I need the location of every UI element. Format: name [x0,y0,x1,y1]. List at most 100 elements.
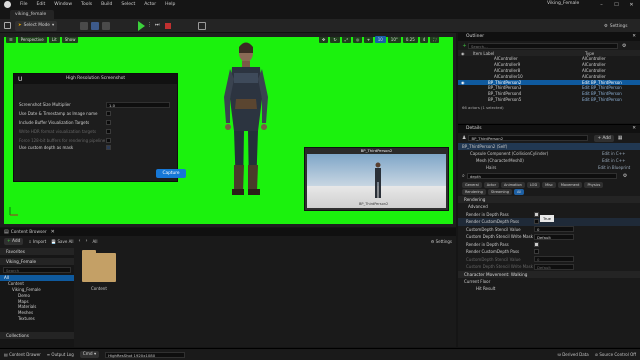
menu-edit[interactable]: Edit [37,2,46,7]
grid-icon[interactable]: ▦ [618,135,623,141]
current-floor-row[interactable]: Current Floor [458,278,640,286]
actor-name-field[interactable]: BP_ThirdPerson2 [468,135,589,141]
custom-depth-pass-checkbox[interactable] [534,249,539,255]
cinematics-icon[interactable] [102,22,110,30]
render-depth-checkbox[interactable] [534,211,539,217]
details-search-input[interactable]: depth [466,173,617,179]
tab-all[interactable]: All [513,189,525,195]
nav-forward-icon[interactable]: › [86,238,88,244]
mesh-edit-link[interactable]: Edit in C++ [602,158,625,163]
settings-icon[interactable]: ⚙ [623,173,627,179]
stencil-value-input[interactable]: 0 [534,256,574,263]
advanced-row[interactable]: Advanced [458,203,640,211]
move-tool-icon[interactable]: ✥ [319,36,329,43]
close-icon[interactable]: ✕ [51,229,55,235]
hairs-edit-link[interactable]: Edit in Blueprint [598,165,630,170]
level-tab[interactable]: viking_female [10,10,54,19]
import-button[interactable]: ⇩ Import [28,239,46,244]
outliner-row-type[interactable]: Edit BP_ThirdPerson [582,97,622,103]
capsule-edit-link[interactable]: Edit in C++ [602,151,625,156]
scale-snap-value[interactable]: 0.25 [402,36,418,43]
play-options-icon[interactable]: ⋮ [147,22,153,30]
surface-snap-icon[interactable]: ⌖ [364,36,373,43]
outliner-search-input[interactable]: Search... [468,42,618,49]
console-input[interactable]: HighResShot 1920x1080 [105,351,186,358]
outliner-row[interactable]: BP_ThirdPerson5 Edit BP_ThirdPerson [458,97,640,103]
content-folder[interactable] [82,250,116,282]
camera-speed-value[interactable]: 4 [419,36,429,43]
tree-textures[interactable]: Textures [0,316,74,322]
tab-streaming[interactable]: Streaming [487,189,512,195]
nav-back-icon[interactable]: ‹ [79,238,81,244]
show-button[interactable]: Show [61,36,79,43]
content-drawer-button[interactable]: ▤ Content Drawer [4,352,41,357]
scale-tool-icon[interactable]: ⤢ [341,36,351,43]
maximize-icon[interactable]: ☐ [609,2,624,8]
col-type[interactable]: Type [585,51,594,56]
rotate-tool-icon[interactable]: ↻ [330,36,340,43]
menu-file[interactable]: File [20,2,28,7]
add-button[interactable]: + Add [4,237,24,245]
rendering-section[interactable]: Rendering [458,196,640,203]
project-section[interactable]: Viking_Female [0,258,74,265]
cb-search-input[interactable]: Search [3,267,71,273]
skip-icon[interactable]: ⏭ [155,22,162,30]
output-log-button[interactable]: ≡ Output Log [47,352,74,357]
force-128bit-checkbox[interactable] [106,138,111,143]
settings-button[interactable]: ⚙ Settings [604,22,627,30]
tab-general[interactable]: General [462,181,482,188]
close-icon[interactable]: ✕ [632,33,636,41]
write-mask-select[interactable]: Default [534,233,574,240]
save-all-button[interactable]: 💾 Save All [51,239,73,244]
save-icon[interactable] [4,22,11,29]
hairs-row[interactable]: Hairs Edit in Blueprint [458,164,640,171]
stencil-value-input[interactable]: 0 [534,226,574,233]
render-depth-checkbox[interactable] [534,241,539,247]
close-icon[interactable]: ✕ [624,2,639,8]
perspective-button[interactable]: Perspective [17,36,47,43]
menu-help[interactable]: Help [165,2,175,7]
play-icon[interactable] [138,21,145,31]
minimize-icon[interactable]: – [594,2,609,8]
hit-result-row[interactable]: Hit Result [458,285,640,293]
tab-physics[interactable]: Physics [584,181,604,188]
platforms-icon[interactable] [198,22,206,30]
visibility-icon[interactable]: ◉ [458,80,470,86]
date-timestamp-checkbox[interactable] [106,111,111,116]
stop-icon[interactable] [165,23,171,29]
world-local-icon[interactable]: ◎ [352,36,363,43]
tab-actor[interactable]: Actor [483,181,500,188]
tab-misc[interactable]: Misc [542,181,556,188]
write-mask-select[interactable]: Default [534,263,574,270]
close-icon[interactable]: ✕ [632,125,636,133]
source-control-button[interactable]: ⊘ Source Control Off [595,352,636,357]
menu-select[interactable]: Select [121,2,135,7]
add-icon[interactable]: + [461,43,468,49]
blueprint-icon[interactable] [91,22,99,30]
viewport-menu-icon[interactable]: ☰ [6,36,16,43]
filter-icon[interactable]: ⚙ [622,43,626,49]
maximize-viewport-icon[interactable]: ⛶ [430,36,440,43]
mesh-row[interactable]: Mesh (CharacterMesh0) Edit in C++ [458,157,640,164]
select-mode-button[interactable]: ➤ Select Mode ▾ [15,21,58,31]
col-label[interactable]: Item Label [473,51,585,56]
capsule-row[interactable]: Capsule Component (CollisionCylinder) Ed… [458,150,640,157]
tab-rendering[interactable]: Rendering [462,189,486,195]
cmd-dropdown[interactable]: Cmd ▾ [79,351,100,358]
favorites-section[interactable]: Favorites [0,248,74,255]
path-all[interactable]: All [93,239,98,244]
hdr-checkbox[interactable] [106,129,111,134]
movement-section[interactable]: Character Movement: Walking [458,270,640,278]
buffer-targets-checkbox[interactable] [106,120,111,125]
menu-build[interactable]: Build [101,2,112,7]
size-multiplier-input[interactable]: 1.0 [106,101,170,108]
tab-animation[interactable]: Animation [501,181,525,188]
rotation-snap-value[interactable]: 10° [387,36,401,43]
menu-actor[interactable]: Actor [144,2,156,7]
cb-settings-button[interactable]: ⚙ Settings [431,239,452,244]
custom-depth-checkbox[interactable] [106,145,111,150]
custom-depth-pass-checkbox[interactable] [534,219,539,225]
collections-section[interactable]: Collections [0,332,74,340]
self-row[interactable]: BP_ThirdPerson2 (Self) [458,143,640,150]
menu-tools[interactable]: Tools [81,2,92,7]
